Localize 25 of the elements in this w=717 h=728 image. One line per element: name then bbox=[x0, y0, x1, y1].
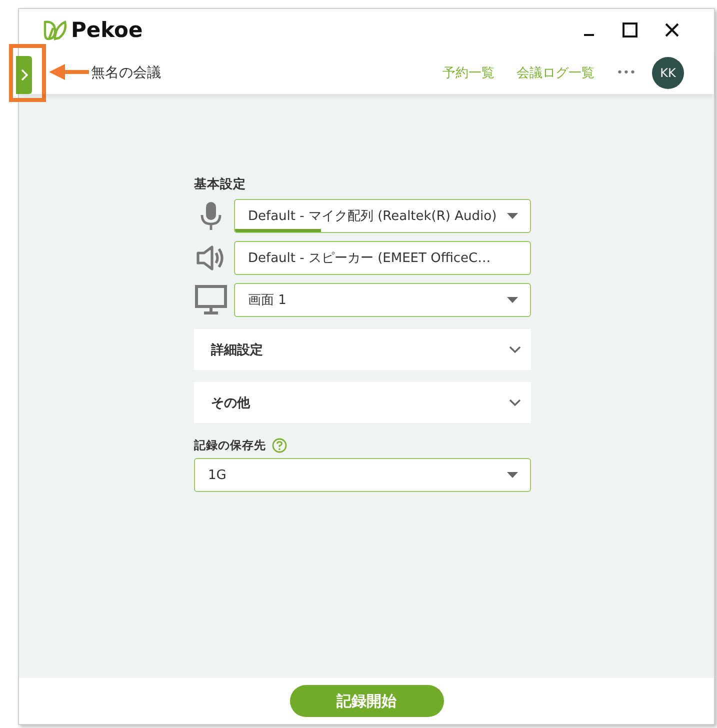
monitor-icon bbox=[194, 285, 228, 315]
user-avatar[interactable]: KK bbox=[652, 56, 684, 88]
close-icon[interactable] bbox=[664, 22, 680, 38]
field-label: 記録の保存先 bbox=[194, 438, 266, 453]
chevron-right-icon bbox=[20, 69, 28, 81]
sidebar-toggle[interactable] bbox=[16, 56, 32, 94]
accordion-header[interactable]: その他 bbox=[194, 382, 531, 423]
device-select[interactable]: Default - スピーカー (EMEET OfficeC… bbox=[234, 241, 531, 275]
dropdown-icon bbox=[507, 297, 518, 303]
highlight-frame bbox=[9, 44, 46, 102]
storage-select[interactable]: 1G bbox=[194, 458, 531, 492]
more-menu[interactable]: ••• bbox=[616, 66, 636, 79]
chevron-icon bbox=[509, 346, 521, 354]
app-name: Pekoe bbox=[71, 18, 143, 42]
dropdown-icon bbox=[507, 472, 518, 478]
accordion-header[interactable]: 詳細設定 bbox=[194, 329, 531, 370]
section-heading: 基本設定 bbox=[194, 176, 247, 193]
device-select[interactable]: Default - マイク配列 (Realtek(R) Audio) bbox=[234, 199, 531, 233]
maximize-icon[interactable] bbox=[622, 22, 638, 38]
dropdown-icon bbox=[507, 213, 518, 219]
meeting-title: 無名の会議 bbox=[91, 64, 161, 82]
leaf-logo-icon bbox=[42, 19, 68, 41]
device-select[interactable]: 画面 1 bbox=[234, 283, 531, 317]
chevron-icon bbox=[509, 398, 521, 406]
annotation-arrow bbox=[49, 64, 89, 80]
